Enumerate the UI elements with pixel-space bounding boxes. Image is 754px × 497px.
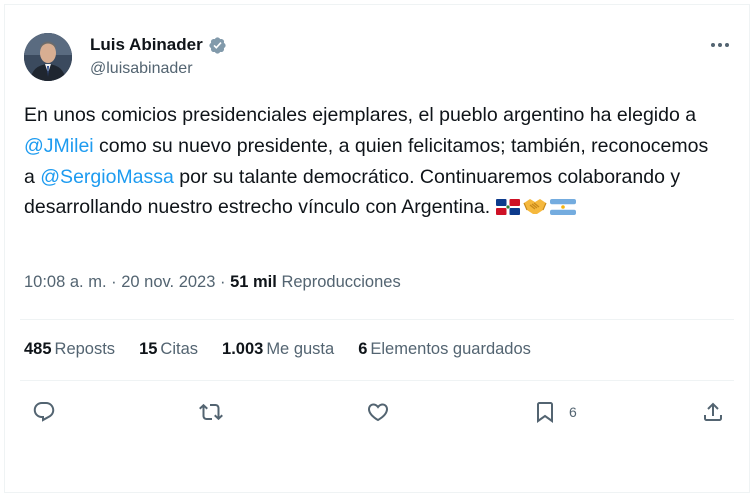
avatar-image xyxy=(24,33,72,81)
reposts-label: Reposts xyxy=(54,340,116,358)
quotes-count: 15 xyxy=(139,340,158,358)
views-count: 51 mil xyxy=(230,273,277,291)
flag-argentina-icon xyxy=(549,195,576,226)
author-display-name[interactable]: Luis Abinader xyxy=(90,35,203,55)
repost-icon xyxy=(199,403,223,421)
heart-icon xyxy=(367,403,389,422)
reply-button[interactable] xyxy=(32,399,58,425)
reposts-stat[interactable]: 485 Reposts xyxy=(24,340,115,359)
tweet-meta: 10:08 a. m. · 20 nov. 2023 · 51 mil Repr… xyxy=(24,273,401,292)
more-horizontal-icon xyxy=(711,43,729,47)
tweet-text: En unos comicios presidenciales ejemplar… xyxy=(24,100,724,226)
repost-button[interactable] xyxy=(199,399,225,425)
handshake-icon xyxy=(522,195,547,226)
divider xyxy=(20,380,734,381)
more-options-button[interactable] xyxy=(707,34,733,56)
likes-stat[interactable]: 1.003 Me gusta xyxy=(222,340,334,359)
bookmarks-count: 6 xyxy=(358,340,368,358)
author-handle[interactable]: @luisabinader xyxy=(90,60,193,78)
meta-separator: · xyxy=(215,273,231,291)
reply-icon xyxy=(33,402,55,422)
bookmarks-label: Elementos guardados xyxy=(370,340,531,358)
divider xyxy=(20,319,734,320)
likes-label: Me gusta xyxy=(266,340,335,358)
timestamp-link[interactable]: 10:08 a. m. · 20 nov. 2023 xyxy=(24,273,215,291)
tweet-text-part-1: En unos comicios presidenciales ejemplar… xyxy=(24,104,697,126)
engagement-stats: 485 Reposts 15 Citas 1.003 Me gusta 6 Elemen… xyxy=(24,340,555,359)
share-icon xyxy=(704,402,722,421)
avatar[interactable] xyxy=(24,33,72,81)
quotes-label: Citas xyxy=(160,340,199,358)
bookmark-icon xyxy=(537,402,553,423)
like-button[interactable] xyxy=(366,399,392,425)
mention-jmilei-link[interactable]: @JMilei xyxy=(24,135,94,157)
reposts-count: 485 xyxy=(24,340,52,358)
likes-count: 1.003 xyxy=(222,340,264,358)
author-name-row[interactable]: Luis Abinader xyxy=(90,35,227,55)
quotes-stat[interactable]: 15 Citas xyxy=(139,340,198,359)
verified-badge-icon xyxy=(209,36,226,54)
share-button[interactable] xyxy=(701,399,727,425)
flag-dominican-republic-icon xyxy=(495,195,520,226)
bookmark-count: 6 xyxy=(569,404,577,420)
views-label: Reproducciones xyxy=(281,273,401,291)
mention-sergiomassa-link[interactable]: @SergioMassa xyxy=(40,166,174,188)
bookmark-button[interactable] xyxy=(533,399,559,425)
bookmarks-stat: 6 Elementos guardados xyxy=(358,340,531,359)
